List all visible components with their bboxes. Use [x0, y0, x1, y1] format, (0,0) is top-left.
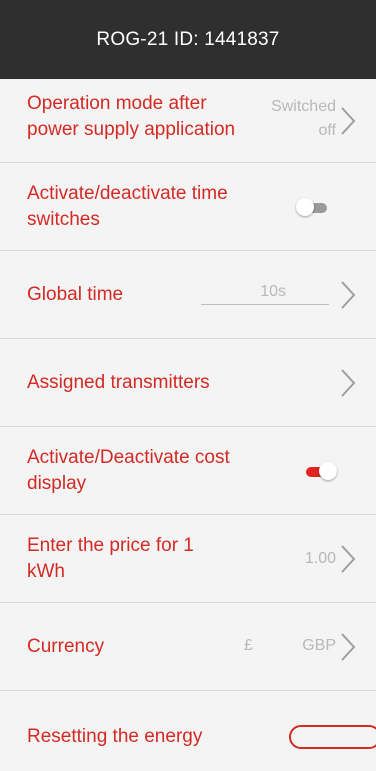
global-time-underline [201, 304, 329, 305]
operation-mode-label: Operation mode after power supply applic… [27, 92, 236, 140]
chevron-right-icon [341, 280, 356, 309]
operation-mode-row[interactable]: Operation mode after power supply applic… [0, 79, 376, 163]
assigned-transmitters-label: Assigned transmitters [27, 371, 210, 393]
toggle-knob [319, 462, 337, 480]
global-time-value[interactable]: 10s [260, 281, 286, 303]
page-title: ROG-21 ID: 1441837 [96, 28, 280, 50]
reset-button[interactable] [289, 725, 376, 749]
price-value: 1.00 [304, 550, 336, 567]
chevron-right-icon [341, 368, 356, 397]
global-time-row[interactable]: Global time 10s [0, 251, 376, 339]
toggle-knob [296, 198, 314, 216]
time-switches-toggle[interactable] [296, 198, 330, 216]
time-switches-label: Activate/deactivate time switches [27, 182, 228, 230]
price-label: Enter the price for 1 kWh [27, 534, 194, 582]
reset-energy-label: Resetting the energy [27, 726, 203, 747]
operation-mode-value: Switched off [271, 98, 336, 139]
chevron-right-icon [341, 106, 356, 135]
chevron-right-icon [341, 632, 356, 661]
chevron-right-icon [341, 544, 356, 573]
currency-label: Currency [27, 635, 105, 657]
currency-row[interactable]: Currency £ GBP [0, 603, 376, 691]
price-row[interactable]: Enter the price for 1 kWh 1.00 [0, 515, 376, 603]
time-switches-row: Activate/deactivate time switches [0, 163, 376, 251]
cost-display-toggle[interactable] [303, 462, 337, 480]
cost-display-row: Activate/Deactivate cost display [0, 427, 376, 515]
global-time-label: Global time [27, 283, 124, 305]
currency-symbol: £ [244, 637, 253, 654]
cost-display-label: Activate/Deactivate cost display [27, 446, 230, 494]
app-header: ROG-21 ID: 1441837 [0, 0, 376, 79]
reset-energy-row: Resetting the energy [0, 691, 376, 771]
currency-value: GBP [302, 637, 336, 654]
assigned-transmitters-row[interactable]: Assigned transmitters [0, 339, 376, 427]
settings-list: Operation mode after power supply applic… [0, 79, 376, 771]
